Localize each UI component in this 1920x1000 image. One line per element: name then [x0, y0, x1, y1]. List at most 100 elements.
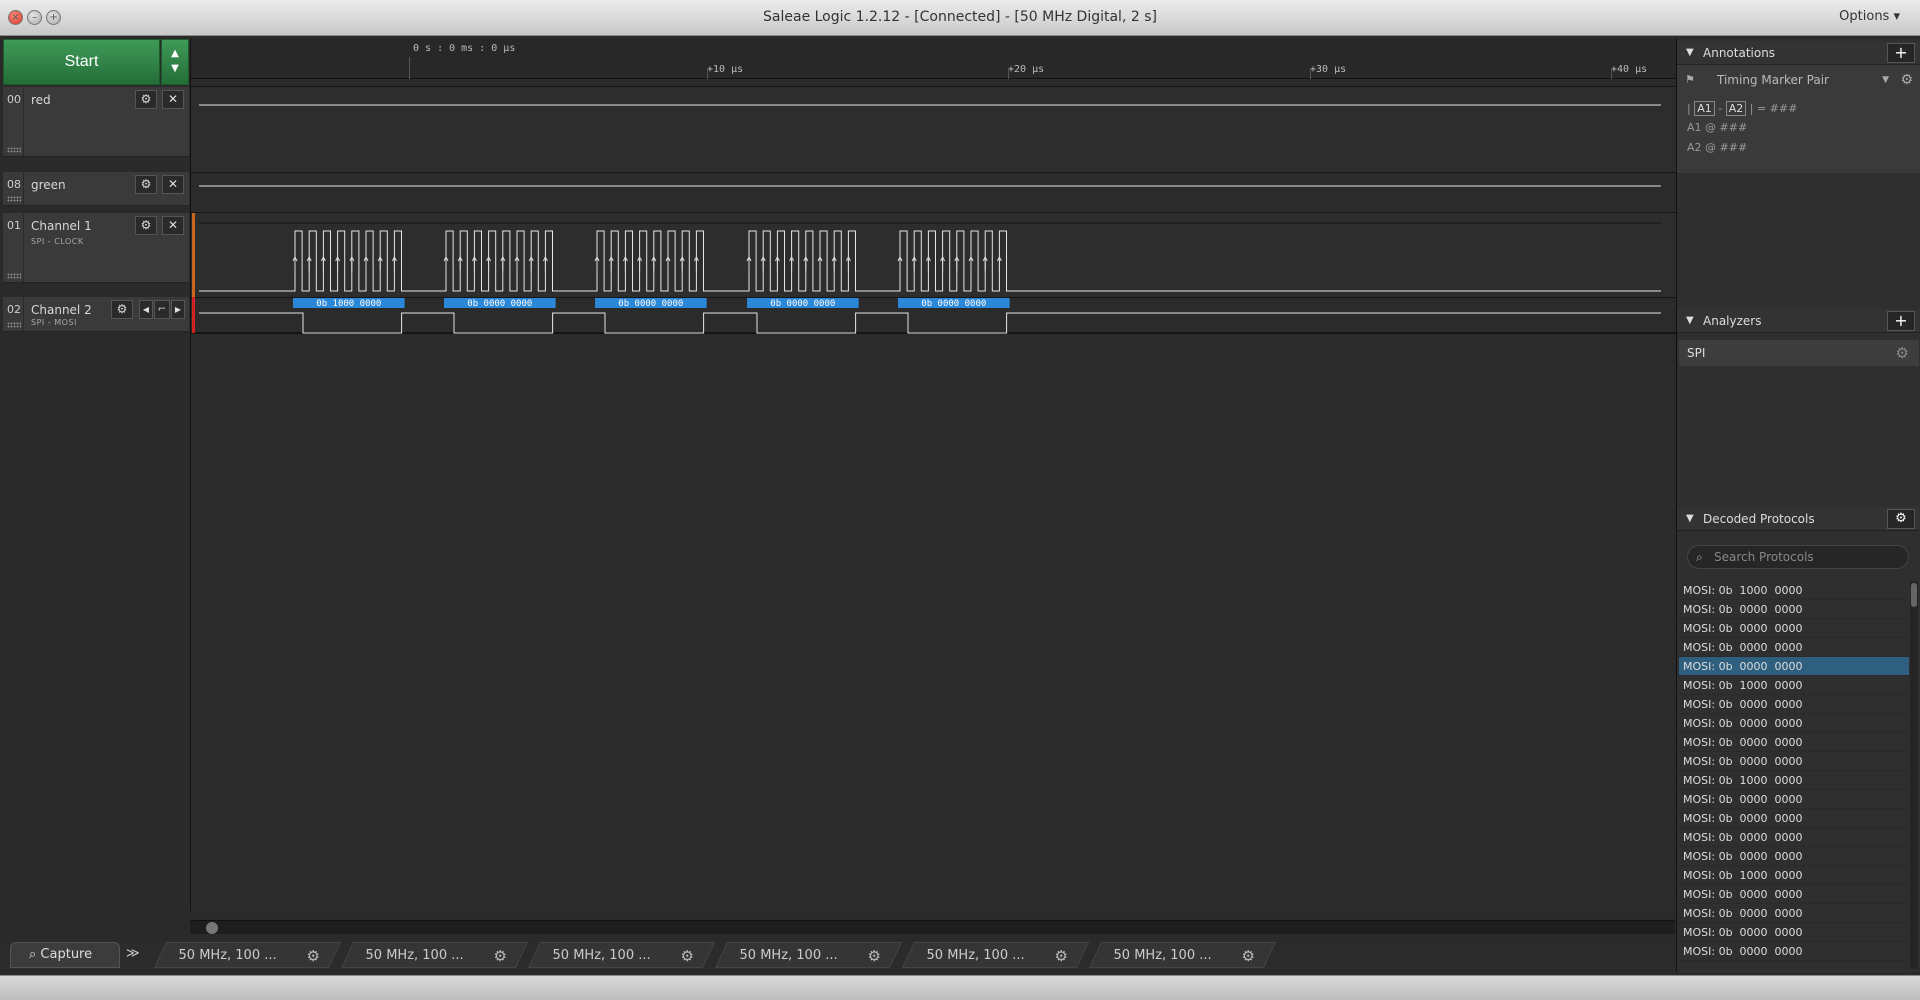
add-annotation-button[interactable]: +	[1887, 43, 1915, 63]
session-tab[interactable]: 50 MHz, 100 ... ⚙	[153, 942, 342, 969]
next-edge-icon[interactable]: ▶	[171, 300, 185, 319]
gear-icon[interactable]: ⚙	[111, 300, 133, 319]
session-tab[interactable]: 50 MHz, 100 ... ⚙	[901, 942, 1090, 969]
session-tab[interactable]: 50 MHz, 100 ... ⚙	[1088, 942, 1277, 969]
analyzers-header[interactable]: ▼ Analyzers +	[1677, 309, 1920, 333]
search-protocols-input[interactable]: ⌕ Search Protocols	[1687, 545, 1909, 569]
annotations-header[interactable]: ▼ Annotations +	[1677, 41, 1920, 65]
close-icon[interactable]: ✕	[162, 90, 184, 109]
list-item[interactable]: MOSI: 0b 1000 0000	[1679, 581, 1909, 600]
drag-handle-icon[interactable]	[7, 322, 21, 328]
waveform-view[interactable]: 0 s : 0 ms : 0 µs +10 µs +20 µs +30 µs +…	[190, 39, 1676, 911]
gear-icon[interactable]: ⚙	[135, 216, 157, 235]
gear-icon[interactable]: ⚙	[493, 943, 506, 969]
channel-panel: Start ▲ ▼ 00 red ⚙ ✕ 08 green ⚙ ✕ 01 Cha…	[3, 39, 189, 339]
decoded-protocols-header[interactable]: ▼ Decoded Protocols ⚙	[1677, 507, 1920, 531]
scroll-thumb[interactable]	[206, 922, 218, 934]
channel-row-channel-1[interactable]: 01 Channel 1 SPI - CLOCK ⚙ ✕	[3, 213, 189, 283]
marker-pin-icon: ⚑	[1685, 73, 1695, 86]
channel-name[interactable]: Channel 1	[31, 219, 92, 233]
list-item[interactable]: MOSI: 0b 1000 0000	[1679, 866, 1909, 885]
start-options-stepper[interactable]: ▲ ▼	[161, 39, 189, 85]
session-tab[interactable]: 50 MHz, 100 ... ⚙	[527, 942, 716, 969]
channel-name[interactable]: green	[31, 178, 66, 192]
list-item[interactable]: MOSI: 0b 0000 0000	[1679, 695, 1909, 714]
decode-bubble-label: 0b 1000 0000	[316, 299, 381, 309]
chevron-down-icon[interactable]: ▼	[1882, 69, 1889, 91]
marker-type-select[interactable]: ⚑ Timing Marker Pair ▼ ⚙	[1685, 69, 1915, 91]
drag-handle-icon[interactable]	[7, 273, 21, 279]
capture-icon: ⌕	[29, 947, 41, 962]
trigger-marker-red	[192, 297, 195, 333]
row-bg	[191, 87, 1676, 172]
list-item[interactable]: MOSI: 0b 0000 0000	[1679, 790, 1909, 809]
list-item[interactable]: MOSI: 0b 1000 0000	[1679, 676, 1909, 695]
spi-mosi-trace	[199, 312, 1661, 334]
channel-number: 00	[7, 93, 21, 106]
gear-icon[interactable]: ⚙	[1887, 509, 1915, 529]
analyzer-item-spi[interactable]: SPI ⚙	[1679, 340, 1919, 366]
add-analyzer-button[interactable]: +	[1887, 311, 1915, 331]
gear-icon[interactable]: ⚙	[306, 943, 319, 969]
gear-icon[interactable]: ⚙	[680, 943, 693, 969]
start-button[interactable]: Start	[3, 39, 160, 85]
horizontal-scrollbar[interactable]	[190, 920, 1675, 934]
list-item[interactable]: MOSI: 0b 0000 0000	[1679, 942, 1909, 961]
expand-tabs-icon[interactable]: ≫	[126, 946, 140, 961]
capture-tab[interactable]: ⌕ Capture	[10, 942, 120, 968]
close-icon[interactable]: ✕	[162, 216, 184, 235]
collapse-triangle-icon[interactable]: ▼	[1686, 507, 1694, 531]
gear-icon[interactable]: ⚙	[867, 943, 880, 969]
list-item[interactable]: MOSI: 0b 0000 0000	[1679, 733, 1909, 752]
channel-row-red[interactable]: 00 red ⚙ ✕	[3, 87, 189, 157]
session-tab[interactable]: 50 MHz, 100 ... ⚙	[340, 942, 529, 969]
gear-icon[interactable]: ⚙	[1896, 340, 1909, 366]
options-menu[interactable]: Options ▾	[1839, 9, 1900, 24]
protocols-scrollbar[interactable]	[1910, 581, 1918, 969]
trigger-marker-orange	[192, 213, 195, 297]
channel-subtitle: SPI - MOSI	[31, 318, 77, 327]
list-item[interactable]: MOSI: 0b 0000 0000	[1679, 885, 1909, 904]
channel-name[interactable]: Channel 2	[31, 303, 92, 317]
row-bg	[191, 213, 1676, 297]
list-item[interactable]: MOSI: 0b 0000 0000	[1679, 714, 1909, 733]
session-tab[interactable]: 50 MHz, 100 ... ⚙	[714, 942, 903, 969]
channel-number: 01	[7, 219, 21, 232]
list-item[interactable]: MOSI: 0b 0000 0000	[1679, 923, 1909, 942]
list-item[interactable]: MOSI: 0b 0000 0000	[1679, 809, 1909, 828]
channel-number: 08	[7, 178, 21, 191]
decode-bubble-label: 0b 0000 0000	[467, 299, 532, 309]
list-item[interactable]: MOSI: 0b 0000 0000	[1679, 619, 1909, 638]
title-bar: × – + Saleae Logic 1.2.12 - [Connected] …	[0, 0, 1920, 36]
waveform-canvas: 0b 1000 0000 0b 0000 0000 0b 0000 0000 0b 0…	[191, 86, 1676, 334]
chevron-down-icon[interactable]: ▼	[162, 61, 188, 76]
gear-icon[interactable]: ⚙	[1054, 943, 1067, 969]
collapse-triangle-icon[interactable]: ▼	[1686, 309, 1694, 333]
channel-name[interactable]: red	[31, 93, 51, 107]
list-item[interactable]: MOSI: 0b 0000 0000	[1679, 600, 1909, 619]
gear-icon[interactable]: ⚙	[1900, 69, 1913, 91]
list-item[interactable]: MOSI: 0b 0000 0000	[1679, 828, 1909, 847]
edge-trigger-icon[interactable]: ⌐	[154, 300, 170, 319]
gear-icon[interactable]: ⚙	[1241, 943, 1254, 969]
close-icon[interactable]: ✕	[162, 175, 184, 194]
list-item[interactable]: MOSI: 0b 0000 0000	[1679, 752, 1909, 771]
drag-handle-icon[interactable]	[7, 196, 21, 202]
list-item[interactable]: MOSI: 0b 1000 0000	[1679, 771, 1909, 790]
drag-handle-icon[interactable]	[7, 147, 21, 153]
channel-row-channel-2[interactable]: 02 Channel 2 SPI - MOSI ⚙ ◀ ⌐ ▶	[3, 297, 189, 332]
channel-number: 02	[7, 303, 21, 316]
channel-row-green[interactable]: 08 green ⚙ ✕	[3, 172, 189, 206]
prev-edge-icon[interactable]: ◀	[139, 300, 153, 319]
list-item[interactable]: MOSI: 0b 0000 0000	[1679, 657, 1909, 676]
channel-subtitle: SPI - CLOCK	[31, 237, 84, 246]
gear-icon[interactable]: ⚙	[135, 90, 157, 109]
list-item[interactable]: MOSI: 0b 0000 0000	[1679, 904, 1909, 923]
gear-icon[interactable]: ⚙	[135, 175, 157, 194]
list-item[interactable]: MOSI: 0b 0000 0000	[1679, 638, 1909, 657]
decoded-protocols-list[interactable]: MOSI: 0b 1000 0000 MOSI: 0b 0000 0000 MOSI…	[1679, 581, 1909, 969]
collapse-triangle-icon[interactable]: ▼	[1686, 41, 1694, 65]
chevron-up-icon[interactable]: ▲	[162, 46, 188, 61]
list-item[interactable]: MOSI: 0b 0000 0000	[1679, 847, 1909, 866]
scroll-thumb[interactable]	[1911, 583, 1917, 607]
